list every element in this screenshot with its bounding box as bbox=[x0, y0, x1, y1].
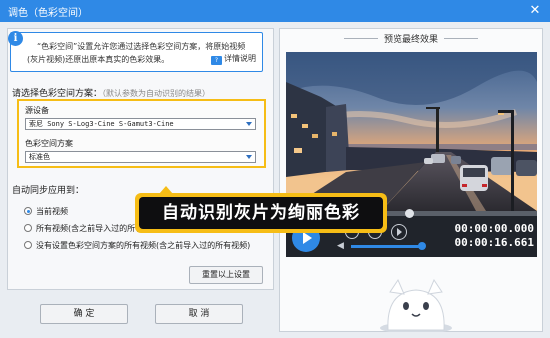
callout-text: 自动识别灰片为绚丽色彩 bbox=[139, 197, 383, 229]
chevron-down-icon bbox=[246, 155, 252, 159]
radio-dot bbox=[24, 207, 32, 215]
seek-handle[interactable] bbox=[404, 209, 414, 218]
reset-button[interactable]: 重置以上设置 bbox=[189, 266, 263, 284]
radio-label: 当前视频 bbox=[36, 207, 68, 216]
info-text-line2: (灰片视频)还原出原本真实的色彩效果。 bbox=[27, 55, 170, 64]
help-link-label: 详情说明 bbox=[224, 54, 256, 63]
color-space-label: 色彩空间方案 bbox=[25, 139, 73, 148]
info-icon: i bbox=[8, 31, 23, 46]
scheme-hint: （默认参数为自动识别的结果） bbox=[102, 89, 211, 98]
scheme-label-text: 请选择色彩空间方案： bbox=[12, 89, 103, 99]
feature-callout: 自动识别灰片为绚丽色彩 bbox=[135, 186, 387, 233]
radio-label: 没有设置色彩空间方案的所有视频(含之前导入过的所有视频) bbox=[36, 241, 251, 250]
callout-pointer bbox=[159, 186, 173, 194]
video-frame-image bbox=[286, 52, 537, 211]
volume-handle[interactable] bbox=[418, 242, 427, 250]
device-select[interactable]: 索尼 Sony S-Log3-Cine S-Gamut3-Cine bbox=[25, 118, 256, 130]
radio-unset-videos[interactable]: 没有设置色彩空间方案的所有视频(含之前导入过的所有视频) bbox=[24, 240, 250, 251]
color-space-select[interactable]: 标准色 bbox=[25, 151, 256, 163]
ok-button[interactable]: 确 定 bbox=[40, 304, 128, 324]
help-icon: ? bbox=[211, 56, 222, 65]
info-text-line1: “色彩空间”设置允许您通过选择色彩空间方案，将原始视频 bbox=[37, 42, 246, 51]
radio-dot bbox=[24, 241, 32, 249]
title-bar: 调色（色彩空间） ✕ bbox=[0, 0, 550, 22]
current-time: 00:00:00.000 bbox=[454, 222, 534, 235]
help-link[interactable]: ? 详情说明 bbox=[211, 53, 256, 65]
close-icon[interactable]: ✕ bbox=[526, 3, 544, 19]
info-box: i “色彩空间”设置允许您通过选择色彩空间方案，将原始视频 (灰片视频)还原出原… bbox=[8, 31, 263, 72]
cancel-button[interactable]: 取 消 bbox=[155, 304, 243, 324]
radio-dot bbox=[24, 224, 32, 232]
chevron-down-icon bbox=[246, 122, 252, 126]
next-frame-icon[interactable] bbox=[391, 224, 407, 240]
sync-label: 自动同步应用到： bbox=[12, 186, 85, 196]
mascot-illustration bbox=[380, 278, 452, 332]
video-preview bbox=[286, 52, 537, 211]
volume-icon[interactable]: ◀ bbox=[337, 241, 347, 251]
window-title: 调色（色彩空间） bbox=[8, 8, 88, 19]
total-time: 00:00:16.661 bbox=[454, 236, 534, 249]
preview-title: 预览最终效果 bbox=[279, 32, 543, 45]
scheme-label: 请选择色彩空间方案：（默认参数为自动识别的结果） bbox=[12, 86, 210, 99]
radio-current-video[interactable]: 当前视频 bbox=[24, 206, 68, 217]
device-label: 源设备 bbox=[25, 106, 49, 115]
device-select-value: 索尼 Sony S-Log3-Cine S-Gamut3-Cine bbox=[29, 120, 174, 128]
scheme-highlight-box: 源设备 索尼 Sony S-Log3-Cine S-Gamut3-Cine 色彩… bbox=[17, 99, 266, 168]
volume-fill bbox=[351, 245, 423, 248]
volume-slider[interactable] bbox=[351, 242, 427, 250]
color-space-select-value: 标准色 bbox=[29, 153, 50, 161]
